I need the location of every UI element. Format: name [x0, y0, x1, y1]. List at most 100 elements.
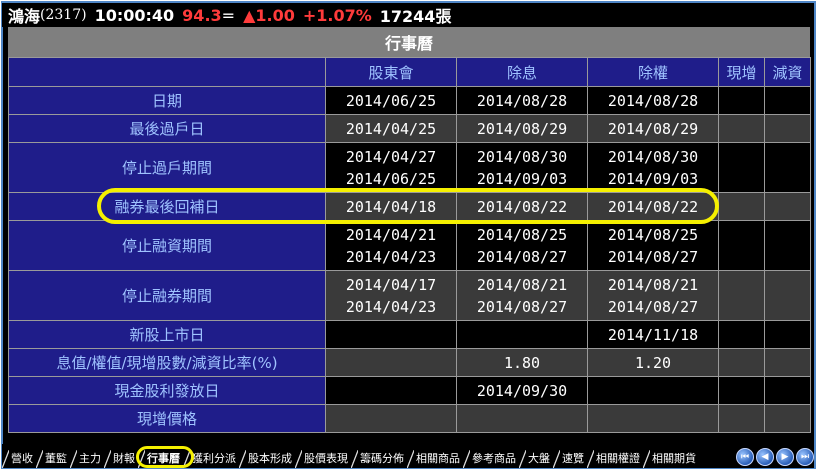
cell-value: 2014/04/18 — [345, 197, 437, 216]
table-cell — [764, 270, 811, 321]
tab-10[interactable]: 參考商品 — [463, 450, 519, 468]
cell-value: 2014/06/25 — [345, 169, 437, 188]
column-header: 除息 — [456, 57, 588, 87]
table-cell — [764, 142, 811, 193]
tab-4[interactable]: 行事曆 — [138, 450, 183, 468]
tab-11[interactable]: 大盤 — [519, 450, 553, 468]
prev-icon[interactable]: ◀ — [756, 448, 774, 466]
row-label: 息值/權值/現增股數/減資比率(%) — [8, 348, 326, 377]
cell-value: 2014/08/27 — [607, 247, 699, 266]
table-cell: 2014/08/25 2014/08/27 — [587, 220, 719, 271]
table-row: 最後過戶日 2014/04/25 2014/08/29 2014/08/29 — [8, 114, 811, 143]
table-row: 現增價格 — [8, 404, 811, 433]
row-label: 停止融資期間 — [8, 220, 326, 271]
table-cell: 2014/08/28 — [456, 86, 588, 115]
table-cell: 2014/08/21 2014/08/27 — [456, 270, 588, 321]
tab-6[interactable]: 股本形成 — [239, 450, 295, 468]
table-cell — [764, 348, 811, 377]
table-cell — [718, 142, 765, 193]
cell-value: 2014/09/30 — [476, 381, 568, 400]
table-row: 日期 2014/06/25 2014/08/28 2014/08/28 — [8, 86, 811, 115]
stock-code: (2317) — [40, 7, 87, 23]
quote-eq: = — [221, 5, 236, 25]
table-cell — [587, 404, 719, 433]
table-cell — [718, 404, 765, 433]
quote-change: ▲1.00 — [243, 5, 295, 25]
table-header-row: 股東會 除息 除權 現增 減資 — [8, 57, 811, 87]
row-label: 最後過戶日 — [8, 114, 326, 143]
table-cell — [764, 404, 811, 433]
row-label: 新股上市日 — [8, 320, 326, 349]
table-cell — [456, 404, 588, 433]
table-row: 息值/權值/現增股數/減資比率(%) 1.80 1.20 — [8, 348, 811, 377]
table-cell — [764, 376, 811, 405]
tab-scroll-buttons: ⏮ ◀ ▶ ⏭ — [736, 448, 814, 466]
cell-value: 2014/04/23 — [345, 297, 437, 316]
cell-value: 2014/08/21 — [476, 275, 568, 294]
first-icon[interactable]: ⏮ — [736, 448, 754, 466]
table-cell — [718, 86, 765, 115]
cell-value: 2014/08/28 — [607, 91, 699, 110]
tab-2[interactable]: 主力 — [70, 450, 104, 468]
stock-name: 鴻海 — [8, 7, 41, 26]
table-cell — [325, 404, 457, 433]
row-label: 現增價格 — [8, 404, 326, 433]
table-cell — [718, 114, 765, 143]
table-cell: 2014/08/21 2014/08/27 — [587, 270, 719, 321]
tab-3[interactable]: 財報 — [104, 450, 138, 468]
tab-9[interactable]: 相關商品 — [407, 450, 463, 468]
table-cell: 2014/04/25 — [325, 114, 457, 143]
column-header: 減資 — [764, 57, 811, 87]
cell-value: 2014/08/25 — [476, 225, 568, 244]
cell-value: 2014/08/22 — [476, 197, 568, 216]
table-cell: 2014/04/17 2014/04/23 — [325, 270, 457, 321]
cell-value: 2014/04/25 — [345, 119, 437, 138]
table-cell: 2014/08/30 2014/09/03 — [587, 142, 719, 193]
table-cell — [764, 192, 811, 221]
tab-1[interactable]: 董監 — [36, 450, 70, 468]
last-icon[interactable]: ⏭ — [796, 448, 814, 466]
cell-value: 2014/11/18 — [607, 325, 699, 344]
table-cell — [325, 320, 457, 349]
table-cell — [764, 86, 811, 115]
cell-value: 2014/04/21 — [345, 225, 437, 244]
tab-14[interactable]: 相關期貨 — [643, 450, 699, 468]
table-cell — [587, 376, 719, 405]
tab-12[interactable]: 速覽 — [553, 450, 587, 468]
quote-bar: 鴻海 (2317) 10:00:40 94.3 = ▲1.00 +1.07% 1… — [2, 3, 814, 27]
cell-value: 2014/04/27 — [345, 147, 437, 166]
column-header: 現增 — [718, 57, 765, 87]
cell-value: 2014/08/29 — [607, 119, 699, 138]
cell-value: 2014/08/27 — [607, 297, 699, 316]
tab-5[interactable]: 獲利分派 — [183, 450, 239, 468]
cell-value: 2014/08/22 — [607, 197, 699, 216]
table-cell: 2014/11/18 — [587, 320, 719, 349]
table-cell — [764, 114, 811, 143]
table-cell — [456, 320, 588, 349]
next-icon[interactable]: ▶ — [776, 448, 794, 466]
table-cell: 2014/06/25 — [325, 86, 457, 115]
tab-13[interactable]: 相關權證 — [587, 450, 643, 468]
table-cell: 2014/08/25 2014/08/27 — [456, 220, 588, 271]
row-label: 融券最後回補日 — [8, 192, 326, 221]
table-cell — [718, 376, 765, 405]
table-cell: 2014/09/30 — [456, 376, 588, 405]
table-cell — [325, 376, 457, 405]
table-cell: 2014/04/21 2014/04/23 — [325, 220, 457, 271]
calendar-table: 股東會 除息 除權 現增 減資 日期 2014/06/25 2014/08/28 20… — [8, 57, 811, 433]
table-cell — [718, 320, 765, 349]
table-cell — [718, 348, 765, 377]
row-label: 日期 — [8, 86, 326, 115]
quote-volume: 17244張 — [379, 7, 452, 26]
cell-value: 2014/08/25 — [607, 225, 699, 244]
row-label: 停止融券期間 — [8, 270, 326, 321]
tab-0[interactable]: 營收 — [2, 450, 36, 468]
tab-8[interactable]: 籌碼分佈 — [351, 450, 407, 468]
table-row: 新股上市日 2014/11/18 — [8, 320, 811, 349]
table-cell: 2014/08/29 — [456, 114, 588, 143]
table-cell — [718, 270, 765, 321]
table-cell — [764, 320, 811, 349]
tab-7[interactable]: 股價表現 — [295, 450, 351, 468]
cell-value: 2014/08/30 — [476, 147, 568, 166]
cell-value: 2014/08/27 — [476, 247, 568, 266]
